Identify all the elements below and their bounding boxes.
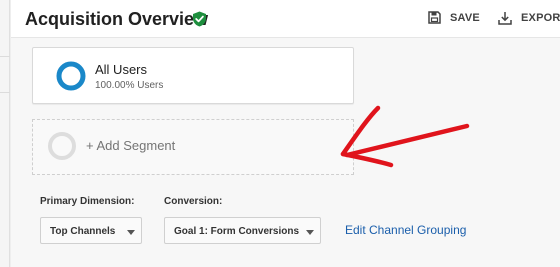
report-body: All Users 100.00% Users + Add Segment Pr… [11, 38, 560, 267]
add-segment-button[interactable]: + Add Segment [32, 119, 354, 175]
left-nav-strip [0, 0, 10, 267]
export-icon [498, 12, 512, 25]
report-panel: Acquisition Overview SAVE EXPORT [11, 0, 560, 267]
primary-dimension-dropdown[interactable]: Top Channels [40, 217, 142, 244]
save-button[interactable]: SAVE [428, 11, 480, 24]
annotation-arrow-icon [340, 105, 470, 168]
segment-donut-icon [56, 61, 86, 91]
add-segment-label: + Add Segment [86, 138, 176, 153]
export-label: EXPORT [521, 12, 560, 24]
edit-channel-grouping-link[interactable]: Edit Channel Grouping [345, 223, 466, 237]
empty-segment-ring-icon [48, 132, 76, 160]
chevron-down-icon [306, 230, 314, 235]
nav-divider [0, 56, 10, 57]
save-label: SAVE [450, 11, 480, 24]
segment-detail: 100.00% Users [95, 80, 164, 91]
conversion-value: Goal 1: Form Conversions [174, 226, 300, 237]
verified-shield-icon [193, 11, 206, 27]
export-button[interactable]: EXPORT [498, 11, 560, 25]
segment-name: All Users [95, 62, 148, 77]
chevron-down-icon [127, 230, 135, 235]
conversion-label: Conversion: [164, 196, 223, 207]
primary-dimension-value: Top Channels [50, 226, 116, 237]
nav-divider [0, 92, 10, 93]
conversion-dropdown[interactable]: Goal 1: Form Conversions [164, 217, 321, 244]
segment-card-all-users[interactable]: All Users 100.00% Users [32, 47, 354, 104]
report-header: Acquisition Overview SAVE EXPORT [11, 0, 560, 38]
save-icon [428, 11, 441, 24]
primary-dimension-label: Primary Dimension: [40, 196, 135, 207]
page-title: Acquisition Overview [25, 9, 209, 29]
